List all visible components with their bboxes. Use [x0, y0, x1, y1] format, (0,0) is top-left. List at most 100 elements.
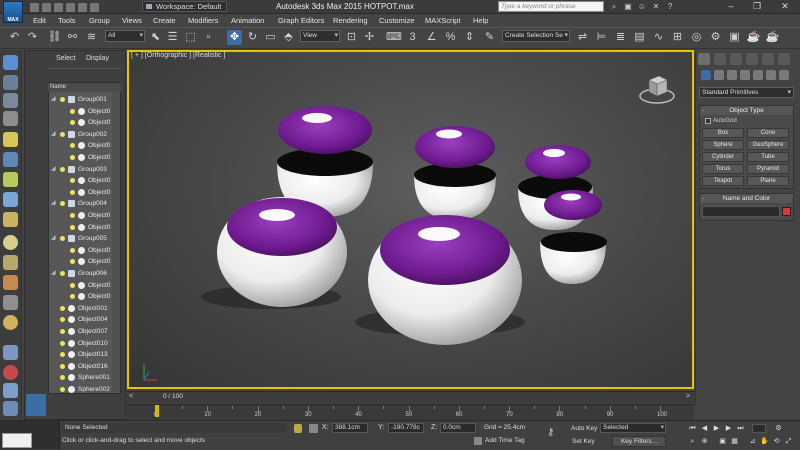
- scene-object-row[interactable]: Object004: [49, 314, 120, 326]
- scene-object-row[interactable]: Object0: [49, 256, 120, 268]
- go-to-end-icon[interactable]: ⏭: [736, 424, 745, 433]
- cone-button[interactable]: Cone: [747, 128, 789, 138]
- workspace-dropdown[interactable]: Workspace: Default: [142, 1, 227, 12]
- visibility-bulb-icon[interactable]: [60, 305, 65, 311]
- material-editor-icon[interactable]: ◎: [689, 30, 704, 45]
- visibility-bulb-icon[interactable]: [70, 247, 75, 253]
- select-and-move-icon[interactable]: ✥: [227, 30, 242, 45]
- select-object-icon[interactable]: ⬉: [148, 30, 163, 45]
- sort-icon[interactable]: [3, 111, 18, 126]
- curve-editor-icon[interactable]: ∿: [651, 30, 666, 45]
- zoom-all-icon[interactable]: ⊕: [700, 437, 709, 446]
- rectangular-selection-icon[interactable]: ⬚: [183, 30, 198, 45]
- viewport-label[interactable]: [ + ] [Orthographic ] [Realistic ]: [131, 52, 225, 59]
- display-all-types-icon[interactable]: [3, 365, 18, 380]
- scene-group-row[interactable]: ◢ Group005: [49, 233, 120, 245]
- angle-snap-icon[interactable]: ∠: [424, 30, 439, 45]
- tab-select[interactable]: Select: [56, 55, 75, 62]
- named-selection-sets-dropdown[interactable]: Create Selection Se: [502, 30, 570, 42]
- scene-object-row[interactable]: Object016: [49, 361, 120, 373]
- utilities-tab-icon[interactable]: [778, 53, 790, 65]
- render-setup-icon[interactable]: ⚙: [708, 30, 723, 45]
- create-tab-icon[interactable]: [698, 53, 710, 65]
- scene-group-row[interactable]: ◢ Group001: [49, 94, 120, 106]
- visibility-bulb-icon[interactable]: [70, 224, 75, 230]
- cylinder-button[interactable]: Cylinder: [702, 152, 744, 162]
- visibility-bulb-icon[interactable]: [60, 201, 65, 207]
- align-icon[interactable]: ⊨: [594, 30, 609, 45]
- spacewarps-category-icon[interactable]: [766, 70, 776, 80]
- go-to-start-icon[interactable]: ⏮: [688, 424, 697, 433]
- scene-object-row[interactable]: Object0: [49, 245, 120, 257]
- scene-object-row[interactable]: Sphere002: [49, 384, 120, 394]
- restore-icon[interactable]: ❐: [748, 0, 766, 13]
- lights-category-icon[interactable]: [727, 70, 737, 80]
- teapot-button[interactable]: Teapot: [702, 176, 744, 186]
- perspective-viewport[interactable]: [127, 50, 694, 389]
- snaps-toggle-icon[interactable]: 3: [405, 30, 420, 45]
- box-button[interactable]: Box: [702, 128, 744, 138]
- visibility-bulb-icon[interactable]: [60, 131, 65, 137]
- open-file-icon[interactable]: [42, 3, 51, 12]
- undo-quick-icon[interactable]: [66, 3, 75, 12]
- scene-object-row[interactable]: Object001: [49, 303, 120, 315]
- display-lights-icon[interactable]: [3, 172, 18, 187]
- object-type-header[interactable]: - Object Type: [700, 106, 793, 115]
- tab-display[interactable]: Display: [86, 55, 109, 62]
- time-slider-prev-icon[interactable]: <: [129, 393, 133, 400]
- visibility-bulb-icon[interactable]: [70, 259, 75, 265]
- hotpot-front-center[interactable]: [368, 215, 522, 345]
- scene-object-row[interactable]: Object0: [49, 291, 120, 303]
- field-of-view-icon[interactable]: ⊿: [748, 437, 757, 446]
- menu-modifiers[interactable]: Modifiers: [188, 16, 218, 25]
- menu-create[interactable]: Create: [153, 16, 176, 25]
- orbit-icon[interactable]: ⟲: [772, 437, 781, 446]
- scene-object-row[interactable]: Object0: [49, 175, 120, 187]
- selection-set-dropdown[interactable]: Selected: [600, 423, 666, 433]
- keyboard-shortcut-toggle-icon[interactable]: ⌨: [386, 30, 402, 45]
- object-color-swatch[interactable]: [782, 207, 791, 216]
- schematic-view-icon[interactable]: ⊞: [670, 30, 685, 45]
- scene-explorer-toggle-icon[interactable]: [3, 55, 18, 70]
- pyramid-button[interactable]: Pyramid: [747, 164, 789, 174]
- geosphere-button[interactable]: GeoSphere: [747, 140, 789, 150]
- display-all-icon[interactable]: [3, 93, 18, 108]
- display-particles-icon[interactable]: [3, 345, 18, 360]
- visibility-bulb-icon[interactable]: [60, 375, 65, 381]
- tube-button[interactable]: Tube: [747, 152, 789, 162]
- redo-quick-icon[interactable]: [78, 3, 87, 12]
- explorer-options-icon[interactable]: [3, 383, 18, 398]
- subscription-icon[interactable]: ▣: [623, 2, 633, 12]
- display-shapes-icon[interactable]: [3, 152, 18, 167]
- scene-object-row[interactable]: Object007: [49, 326, 120, 338]
- visibility-bulb-icon[interactable]: [60, 317, 65, 323]
- menu-help[interactable]: Help: [473, 16, 488, 25]
- graphite-ribbon-icon[interactable]: ▤: [632, 30, 647, 45]
- visibility-bulb-icon[interactable]: [70, 120, 75, 126]
- menu-customize[interactable]: Customize: [379, 16, 414, 25]
- scene-group-row[interactable]: ◢ Group006: [49, 268, 120, 280]
- scene-object-row[interactable]: Sphere001: [49, 372, 120, 384]
- hierarchy-tab-icon[interactable]: [730, 53, 742, 65]
- expand-arrow-icon[interactable]: ◢: [51, 94, 56, 106]
- sphere-button[interactable]: Sphere: [702, 140, 744, 150]
- add-time-tag[interactable]: Add Time Tag: [485, 437, 525, 444]
- unlink-icon[interactable]: ⚯: [65, 30, 80, 45]
- expand-arrow-icon[interactable]: ◢: [51, 268, 56, 280]
- visibility-bulb-icon[interactable]: [60, 271, 65, 276]
- play-icon[interactable]: ▶: [712, 424, 721, 433]
- layer-toggle-icon[interactable]: [26, 394, 46, 416]
- y-coordinate-field[interactable]: -190.778c: [388, 423, 424, 433]
- geometry-category-icon[interactable]: [701, 70, 711, 80]
- spinner-snap-icon[interactable]: ⇕: [462, 30, 477, 45]
- set-key-button[interactable]: Set Key: [572, 437, 595, 447]
- zoom-icon[interactable]: ⌕: [688, 437, 697, 446]
- undo-icon[interactable]: ↶: [7, 30, 22, 45]
- maximize-viewport-icon[interactable]: ⤢: [784, 437, 793, 446]
- hotpot-back-middle[interactable]: [414, 126, 496, 220]
- default-key-icon[interactable]: ⚷: [547, 427, 554, 438]
- name-column-header[interactable]: Name: [48, 83, 121, 92]
- menu-views[interactable]: Views: [122, 16, 142, 25]
- pan-view-icon[interactable]: ✋: [760, 437, 769, 446]
- current-frame-field[interactable]: [752, 424, 766, 433]
